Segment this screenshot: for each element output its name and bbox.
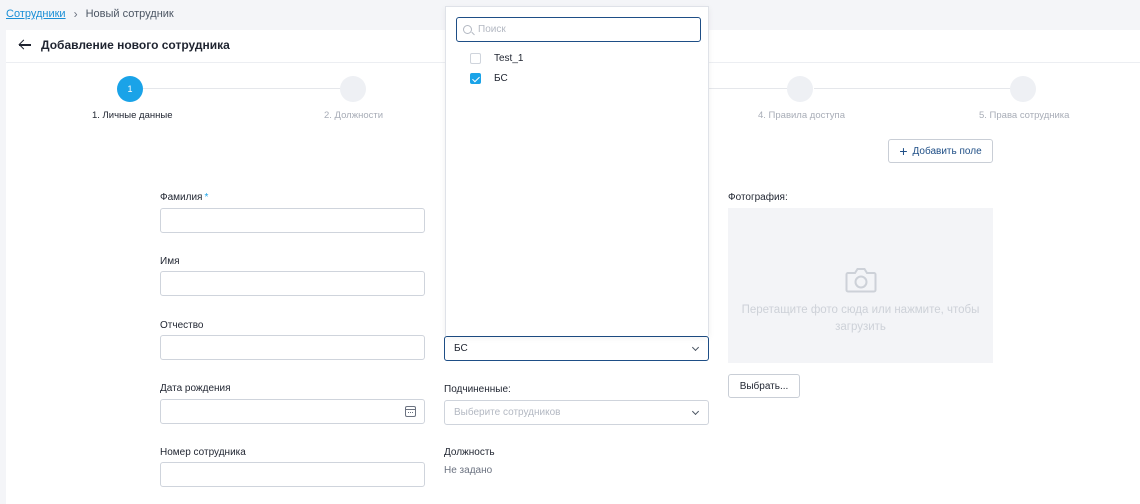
stepper-connector — [814, 88, 1010, 89]
chevron-right-icon: › — [73, 7, 78, 21]
last-name-input[interactable] — [160, 208, 425, 233]
dropdown-option-label: Test_1 — [494, 53, 524, 64]
department-dropdown: Поиск Test_1 БС — [445, 6, 709, 336]
step-5-label[interactable]: 5. Права сотрудника — [979, 110, 1069, 121]
first-name-input[interactable] — [160, 271, 425, 296]
choose-photo-button[interactable]: Выбрать... — [728, 374, 800, 398]
step-5-circle[interactable] — [1010, 76, 1036, 102]
chevron-down-icon — [691, 343, 700, 352]
step-4-label[interactable]: 4. Правила доступа — [758, 110, 845, 121]
step-4-circle[interactable] — [787, 76, 813, 102]
subordinates-label: Подчиненные: — [444, 384, 511, 395]
dropdown-option-label: БС — [494, 73, 508, 84]
photo-dropzone-text: Перетащите фото сюда или нажмите, чтобы … — [741, 304, 980, 333]
department-select[interactable]: БС — [444, 336, 709, 361]
subordinates-select[interactable]: Выберите сотрудников — [444, 400, 709, 425]
breadcrumb-current: Новый сотрудник — [85, 8, 174, 20]
checkbox-icon[interactable] — [470, 53, 481, 64]
stepper-connector — [708, 88, 788, 89]
dropdown-option-bs[interactable]: БС — [470, 73, 508, 84]
search-placeholder: Поиск — [478, 24, 506, 35]
step-1-circle[interactable]: 1 — [117, 76, 143, 102]
patronymic-label: Отчество — [160, 320, 204, 331]
search-icon — [463, 25, 472, 34]
subordinates-placeholder: Выберите сотрудников — [454, 407, 561, 418]
first-name-label: Имя — [160, 256, 180, 267]
photo-label: Фотография: — [728, 192, 788, 203]
dropdown-search-input[interactable]: Поиск — [456, 17, 701, 42]
birth-date-input[interactable] — [160, 399, 425, 424]
chevron-down-icon — [691, 407, 700, 416]
step-1-label[interactable]: 1. Личные данные — [92, 110, 172, 121]
position-value: Не задано — [444, 465, 493, 476]
add-field-label: Добавить поле — [912, 145, 982, 157]
patronymic-input[interactable] — [160, 335, 425, 360]
calendar-icon[interactable] — [405, 406, 416, 417]
breadcrumb-employees-link[interactable]: Сотрудники — [6, 8, 66, 20]
camera-icon — [845, 268, 877, 293]
back-arrow-icon[interactable] — [19, 39, 31, 51]
breadcrumb: Сотрудники › Новый сотрудник — [6, 7, 174, 21]
checkbox-checked-icon[interactable] — [470, 73, 481, 84]
employee-number-input[interactable] — [160, 462, 425, 487]
department-select-value: БС — [454, 343, 468, 354]
add-field-button[interactable]: + Добавить поле — [888, 139, 993, 163]
stepper-connector — [143, 88, 353, 89]
photo-dropzone[interactable]: Перетащите фото сюда или нажмите, чтобы … — [728, 208, 993, 363]
position-label: Должность — [444, 447, 495, 458]
page-header: Добавление нового сотрудника — [19, 38, 230, 52]
last-name-label: Фамилия * — [160, 192, 209, 203]
birth-date-label: Дата рождения — [160, 383, 231, 394]
plus-icon: + — [899, 143, 908, 159]
step-2-circle[interactable] — [340, 76, 366, 102]
step-2-label[interactable]: 2. Должности — [324, 110, 383, 121]
dropdown-option-test1[interactable]: Test_1 — [470, 53, 523, 64]
employee-number-label: Номер сотрудника — [160, 447, 246, 458]
required-mark: * — [204, 192, 209, 203]
page-title: Добавление нового сотрудника — [41, 38, 230, 52]
